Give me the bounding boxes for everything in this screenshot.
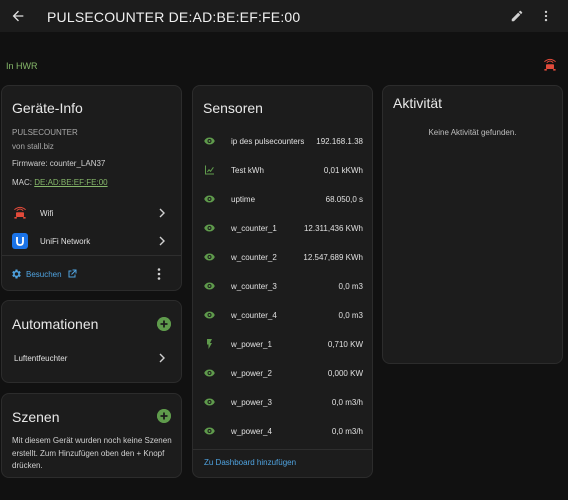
eye-icon — [204, 253, 215, 261]
wifi-router-icon — [14, 206, 26, 219]
chevron-right-icon — [159, 208, 165, 218]
wifi-router-icon — [544, 58, 556, 71]
sensor-name: w_power_2 — [231, 369, 272, 378]
scenes-empty-text: Mit diesem Gerät wurden noch keine Szene… — [12, 436, 172, 470]
more-vertical-icon[interactable] — [156, 267, 162, 281]
scenes-card: Szenen Mit diesem Gerät wurden noch kein… — [1, 393, 182, 478]
sensor-name: w_counter_2 — [231, 253, 277, 262]
sensor-row[interactable]: w_counter_3 0,0 m3 — [193, 272, 372, 301]
sensor-name: w_counter_3 — [231, 282, 277, 291]
pencil-icon[interactable] — [510, 9, 524, 23]
divider — [2, 255, 181, 256]
device-firmware: Firmware: counter_LAN37 — [12, 159, 106, 168]
automation-label: Luftentfeuchter — [14, 354, 68, 363]
eye-icon — [204, 369, 215, 377]
gear-icon — [12, 269, 21, 279]
sensor-value: 0,0 m3 — [338, 311, 363, 320]
card-title: Szenen — [12, 409, 60, 425]
eye-icon — [204, 311, 215, 319]
chevron-right-icon — [159, 353, 165, 363]
mac-link[interactable]: DE:AD:BE:EF:FE:00 — [34, 178, 107, 187]
sensor-row[interactable]: w_power_4 0,0 m3/h — [193, 417, 372, 446]
device-manufacturer: von stall.biz — [12, 142, 54, 151]
device-mac: MAC: DE:AD:BE:EF:FE:00 — [12, 178, 108, 187]
eye-icon — [204, 195, 215, 203]
sensor-value: 68.050,0 s — [325, 195, 363, 204]
automations-card: Automationen Luftentfeuchter — [1, 300, 182, 383]
sensor-name: w_counter_1 — [231, 224, 277, 233]
sensor-name: Test kWh — [231, 166, 264, 175]
sensor-row[interactable]: uptime 68.050,0 s — [193, 185, 372, 214]
card-title: Aktivität — [393, 95, 443, 111]
sensor-value: 0,01 kKWh — [323, 166, 363, 175]
sensor-value: 0,0 m3 — [338, 282, 363, 291]
sensors-card: Sensoren ip des pulsecounters 192.168.1.3… — [192, 85, 373, 478]
sensor-name: w_counter_4 — [231, 311, 277, 320]
sensor-row[interactable]: w_counter_1 12.311,436 KWh — [193, 214, 372, 243]
sensor-name: ip des pulsecounters — [231, 137, 305, 146]
sensor-value: 12.547,689 KWh — [303, 253, 363, 262]
connection-unifi[interactable]: UniFi Network — [2, 227, 181, 255]
connection-label: Wifi — [40, 209, 54, 218]
sensor-name: w_power_4 — [231, 427, 272, 436]
sensor-value: 0,000 KW — [327, 369, 363, 378]
sensor-value: 0,0 m3/h — [331, 427, 363, 436]
sensor-row[interactable]: w_power_3 0,0 m3/h — [193, 388, 372, 417]
flash-icon — [207, 339, 212, 349]
mac-label: MAC: — [12, 178, 32, 187]
eye-icon — [204, 282, 215, 290]
chevron-right-icon — [159, 236, 165, 246]
sensor-row[interactable]: w_counter_2 12.547,689 KWh — [193, 243, 372, 272]
sensor-row[interactable]: w_counter_4 0,0 m3 — [193, 301, 372, 330]
eye-icon — [204, 224, 215, 232]
sensor-value: 192.168.1.38 — [316, 137, 363, 146]
sensor-name: w_power_3 — [231, 398, 272, 407]
back-arrow-icon[interactable] — [10, 8, 26, 24]
sensor-value: 12.311,436 KWh — [303, 224, 363, 233]
eye-icon — [204, 427, 215, 435]
automation-item[interactable]: Luftentfeuchter — [2, 347, 181, 369]
device-model: PULSECOUNTER — [12, 128, 78, 137]
activity-card: Aktivität Keine Aktivität gefunden. — [382, 85, 563, 364]
sensor-name: w_power_1 — [231, 340, 272, 349]
sensor-row[interactable]: ip des pulsecounters 192.168.1.38 — [193, 127, 372, 156]
open-in-new-icon — [68, 269, 77, 278]
add-automation-button[interactable] — [157, 317, 171, 331]
add-scene-button[interactable] — [157, 409, 171, 423]
more-vertical-icon[interactable] — [540, 9, 552, 23]
card-title: Geräte-Info — [12, 100, 83, 116]
unifi-logo-icon — [12, 233, 28, 249]
eye-icon — [204, 137, 215, 145]
sensor-row[interactable]: w_power_2 0,000 KW — [193, 359, 372, 388]
sensor-row[interactable]: Test kWh 0,01 kKWh — [193, 156, 372, 185]
add-to-dashboard-button[interactable]: Zu Dashboard hinzufügen — [204, 458, 296, 467]
sensor-name: uptime — [231, 195, 256, 204]
connection-label: UniFi Network — [40, 237, 91, 246]
activity-empty-text: Keine Aktivität gefunden. — [428, 128, 517, 137]
visit-label: Besuchen — [26, 269, 62, 279]
divider — [193, 449, 372, 450]
visit-button[interactable]: Besuchen — [10, 267, 78, 281]
connection-wifi[interactable]: Wifi — [2, 199, 181, 227]
sensor-value: 0,0 m3/h — [331, 398, 363, 407]
eye-icon — [204, 398, 215, 406]
top-app-bar: PULSECOUNTER DE:AD:BE:EF:FE:00 — [0, 0, 568, 32]
sensor-value: 0,710 KW — [327, 340, 363, 349]
card-title: Automationen — [12, 316, 99, 332]
area-link[interactable]: In HWR — [6, 61, 38, 71]
card-title: Sensoren — [203, 100, 263, 116]
chart-icon — [205, 165, 214, 175]
device-info-card: Geräte-Info PULSECOUNTER von stall.biz F… — [1, 85, 182, 291]
page-title: PULSECOUNTER DE:AD:BE:EF:FE:00 — [47, 9, 301, 25]
sensor-row[interactable]: w_power_1 0,710 KW — [193, 330, 372, 359]
